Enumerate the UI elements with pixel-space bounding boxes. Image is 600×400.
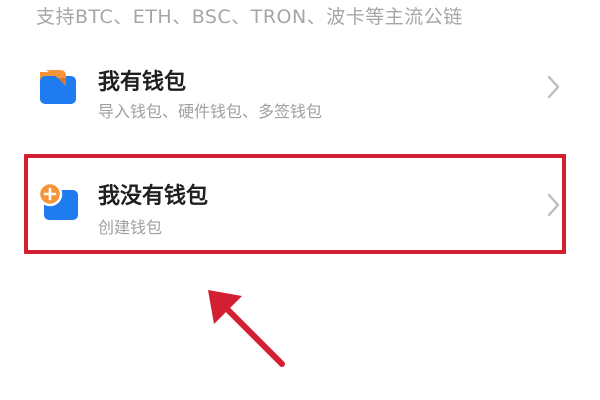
chevron-right-icon xyxy=(546,74,562,100)
option-have-wallet[interactable]: 我有钱包 导入钱包、硬件钱包、多签钱包 xyxy=(24,42,572,136)
option-title: 我有钱包 xyxy=(98,70,187,95)
pointer-arrow-icon xyxy=(190,270,300,380)
wallet-import-icon xyxy=(36,66,80,106)
option-description: 导入钱包、硬件钱包、多签钱包 xyxy=(98,102,323,121)
supported-chains-text: 支持BTC、ETH、BSC、TRON、波卡等主流公链 xyxy=(36,6,463,28)
highlight-box xyxy=(24,154,566,254)
